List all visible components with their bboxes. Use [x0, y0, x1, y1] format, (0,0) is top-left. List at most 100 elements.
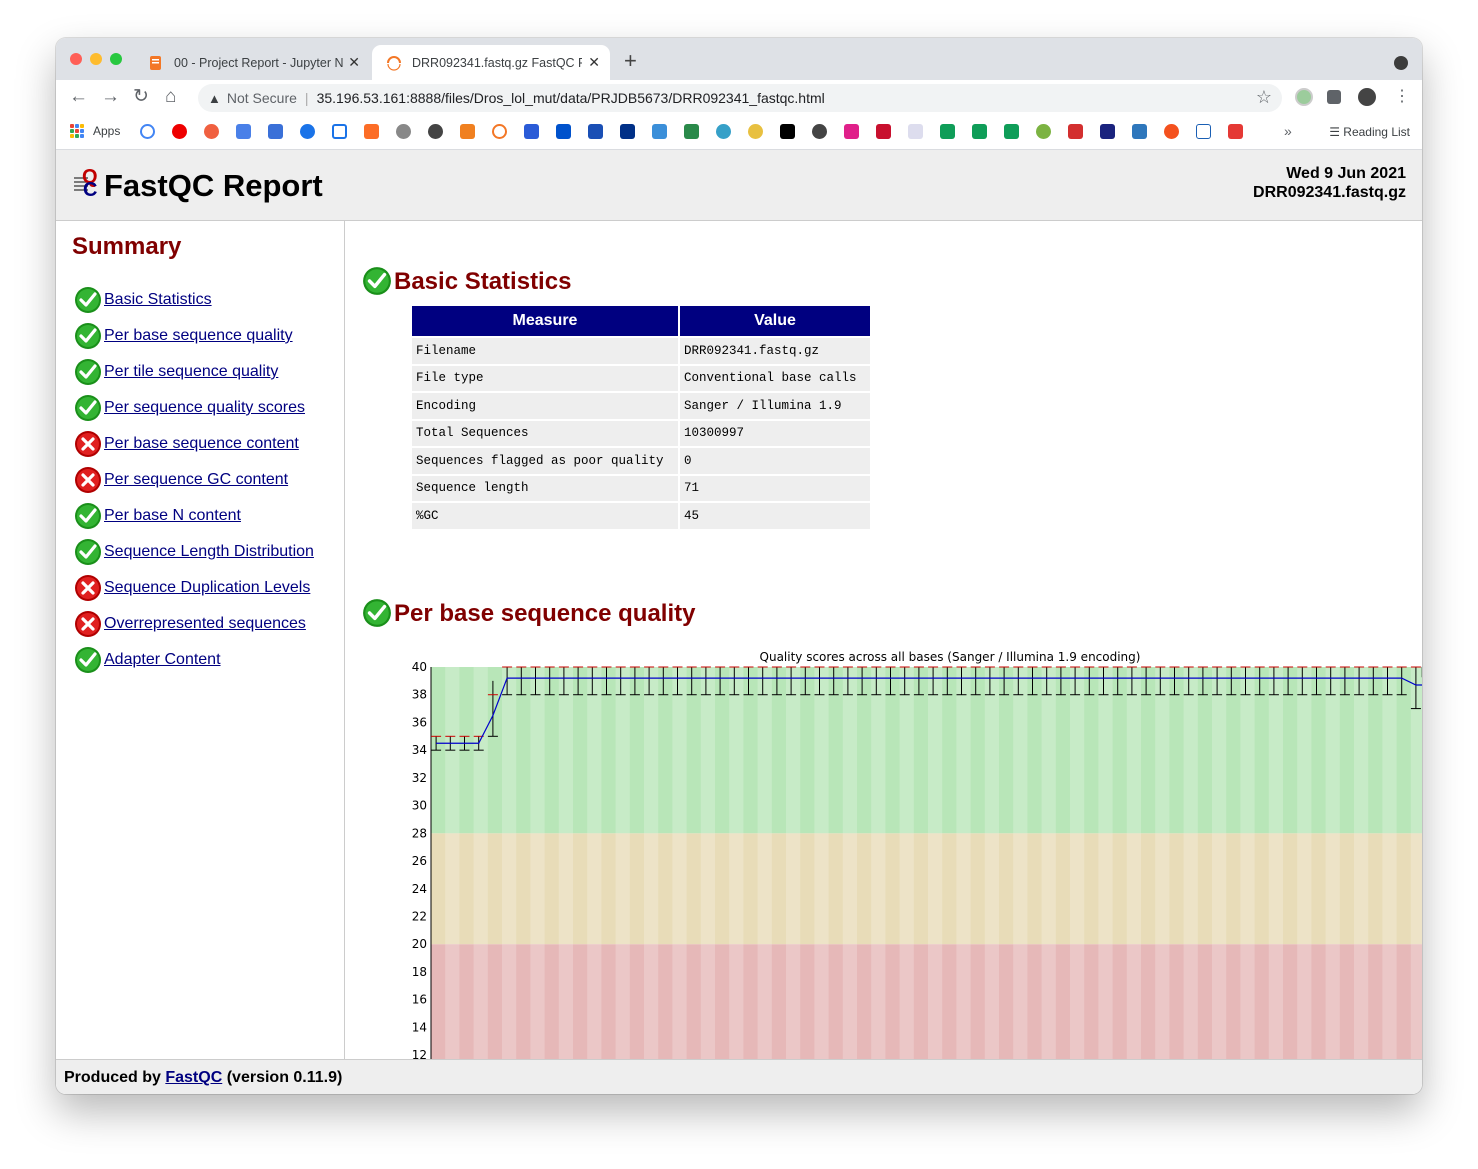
- extensions-puzzle-icon[interactable]: [1327, 90, 1341, 104]
- google-bookmark-icon[interactable]: [140, 124, 155, 139]
- zone-stripe: [814, 833, 829, 945]
- citi-bookmark-icon[interactable]: [1196, 124, 1211, 139]
- maximize-window-button[interactable]: [110, 53, 122, 65]
- zone-stripe: [1041, 833, 1056, 945]
- sheets-bookmark-icon-1[interactable]: [940, 124, 955, 139]
- summary-item[interactable]: Sequence Duplication Levels: [74, 573, 310, 603]
- value-cell: Conventional base calls: [680, 365, 870, 391]
- gitlab-bookmark-icon[interactable]: [364, 124, 379, 139]
- globe-bookmark-icon-2[interactable]: [812, 124, 827, 139]
- bookmark-star-icon[interactable]: ☆: [1256, 87, 1272, 108]
- youtube-music-bookmark-icon[interactable]: [172, 124, 187, 139]
- confluence-bookmark-icon[interactable]: [556, 124, 571, 139]
- footer-text: Produced by FastQC (version 0.11.9): [64, 1069, 342, 1087]
- summary-link[interactable]: Adapter Content: [104, 651, 221, 669]
- summary-link[interactable]: Per base sequence quality: [104, 327, 293, 345]
- summary-item[interactable]: Per base sequence quality: [74, 321, 293, 351]
- tab-jupyter[interactable]: 00 - Project Report - Jupyter N ✕: [134, 45, 370, 80]
- bookmark-icon-11[interactable]: [460, 124, 475, 139]
- summary-item[interactable]: Per sequence quality scores: [74, 393, 305, 423]
- summary-link[interactable]: Sequence Length Distribution: [104, 543, 314, 561]
- summary-link[interactable]: Sequence Duplication Levels: [104, 579, 310, 597]
- summary-link[interactable]: Per sequence GC content: [104, 471, 288, 489]
- close-window-button[interactable]: [70, 53, 82, 65]
- bookmark-icon-30[interactable]: [1068, 124, 1083, 139]
- summary-link[interactable]: Per base N content: [104, 507, 241, 525]
- reading-list-button[interactable]: ☰ Reading List: [1329, 125, 1410, 139]
- summary-link[interactable]: Per sequence quality scores: [104, 399, 305, 417]
- paypal-bookmark-icon[interactable]: [620, 124, 635, 139]
- home-icon[interactable]: ⌂: [165, 87, 176, 107]
- fail-icon: [74, 466, 102, 494]
- loading-spinner-icon: [386, 55, 402, 71]
- summary-link[interactable]: Per tile sequence quality: [104, 363, 278, 381]
- summary-item[interactable]: Adapter Content: [74, 645, 221, 675]
- zone-stripe: [1325, 944, 1340, 1059]
- back-arrow-icon[interactable]: ←: [69, 87, 88, 107]
- bookmark-icon-18[interactable]: [684, 124, 699, 139]
- bookmark-icon-13[interactable]: [524, 124, 539, 139]
- summary-item[interactable]: Per tile sequence quality: [74, 357, 278, 387]
- zone-stripe: [1382, 667, 1397, 834]
- measure-cell: Sequence length: [412, 475, 678, 501]
- bookmark-icon-6[interactable]: [300, 124, 315, 139]
- bookmark-icon-24[interactable]: [876, 124, 891, 139]
- zone-stripe: [502, 667, 517, 834]
- measure-cell: Total Sequences: [412, 420, 678, 446]
- bookmark-icon-35[interactable]: [1228, 124, 1243, 139]
- bookmarks-overflow-icon[interactable]: »: [1284, 123, 1292, 139]
- zone-stripe: [729, 833, 744, 945]
- extension-status-icon[interactable]: [1295, 88, 1313, 106]
- close-tab-icon[interactable]: ✕: [348, 54, 360, 71]
- music-bookmark-icon[interactable]: [204, 124, 219, 139]
- svg-text:C: C: [83, 179, 97, 200]
- summary-link[interactable]: Basic Statistics: [104, 291, 212, 309]
- zone-stripe: [1240, 833, 1255, 945]
- url-text[interactable]: 35.196.53.161:8888/files/Dros_lol_mut/da…: [317, 90, 825, 106]
- summary-item[interactable]: Basic Statistics: [74, 285, 212, 315]
- sheets-bookmark-icon-3[interactable]: [1004, 124, 1019, 139]
- calendar-bookmark-icon[interactable]: [332, 124, 347, 139]
- summary-item[interactable]: Overrepresented sequences: [74, 609, 306, 639]
- forward-arrow-icon[interactable]: →: [101, 87, 120, 107]
- browser-menu-icon[interactable]: ⋮: [1394, 87, 1410, 107]
- x-bookmark-icon[interactable]: [780, 124, 795, 139]
- minimize-window-button[interactable]: [90, 53, 102, 65]
- reload-icon[interactable]: ↻: [133, 87, 149, 107]
- zone-stripe: [1098, 667, 1113, 834]
- address-bar[interactable]: ▲ Not Secure | 35.196.53.161:8888/files/…: [198, 84, 1282, 112]
- bookmark-icon-15[interactable]: [588, 124, 603, 139]
- profile-avatar[interactable]: [1358, 88, 1376, 106]
- bookmark-icon-23[interactable]: [844, 124, 859, 139]
- jupyter-bookmark-icon[interactable]: [492, 124, 507, 139]
- zone-stripe: [672, 833, 687, 945]
- bookmark-icon-5[interactable]: [268, 124, 283, 139]
- new-tab-button[interactable]: +: [624, 49, 637, 73]
- amex-bookmark-icon[interactable]: [1132, 124, 1147, 139]
- hyundai-bookmark-icon[interactable]: [908, 124, 923, 139]
- summary-item[interactable]: Per base N content: [74, 501, 241, 531]
- bookmark-icon-33[interactable]: [1164, 124, 1179, 139]
- summary-link[interactable]: Overrepresented sequences: [104, 615, 306, 633]
- zone-stripe: [1041, 667, 1056, 834]
- tab-search-icon[interactable]: [1394, 56, 1408, 70]
- bookmark-icon-31[interactable]: [1100, 124, 1115, 139]
- summary-item[interactable]: Per sequence GC content: [74, 465, 288, 495]
- fastqc-link[interactable]: FastQC: [165, 1069, 222, 1086]
- bookmark-icon-17[interactable]: [652, 124, 667, 139]
- y-tick-label: 18: [412, 965, 427, 979]
- translate-bookmark-icon[interactable]: [236, 124, 251, 139]
- summary-item[interactable]: Per base sequence content: [74, 429, 299, 459]
- apps-shortcut[interactable]: Apps: [70, 124, 120, 138]
- tab-fastqc[interactable]: DRR092341.fastq.gz FastQC R ✕: [372, 45, 610, 80]
- globe-bookmark-icon[interactable]: [428, 124, 443, 139]
- sheets-bookmark-icon-2[interactable]: [972, 124, 987, 139]
- close-tab-icon[interactable]: ✕: [588, 54, 600, 71]
- bookmark-icon-9[interactable]: [396, 124, 411, 139]
- zone-stripe: [615, 667, 630, 834]
- bookmark-icon-20[interactable]: [748, 124, 763, 139]
- bookmark-icon-29[interactable]: [1036, 124, 1051, 139]
- bookmark-icon-19[interactable]: [716, 124, 731, 139]
- summary-link[interactable]: Per base sequence content: [104, 435, 299, 453]
- summary-item[interactable]: Sequence Length Distribution: [74, 537, 314, 567]
